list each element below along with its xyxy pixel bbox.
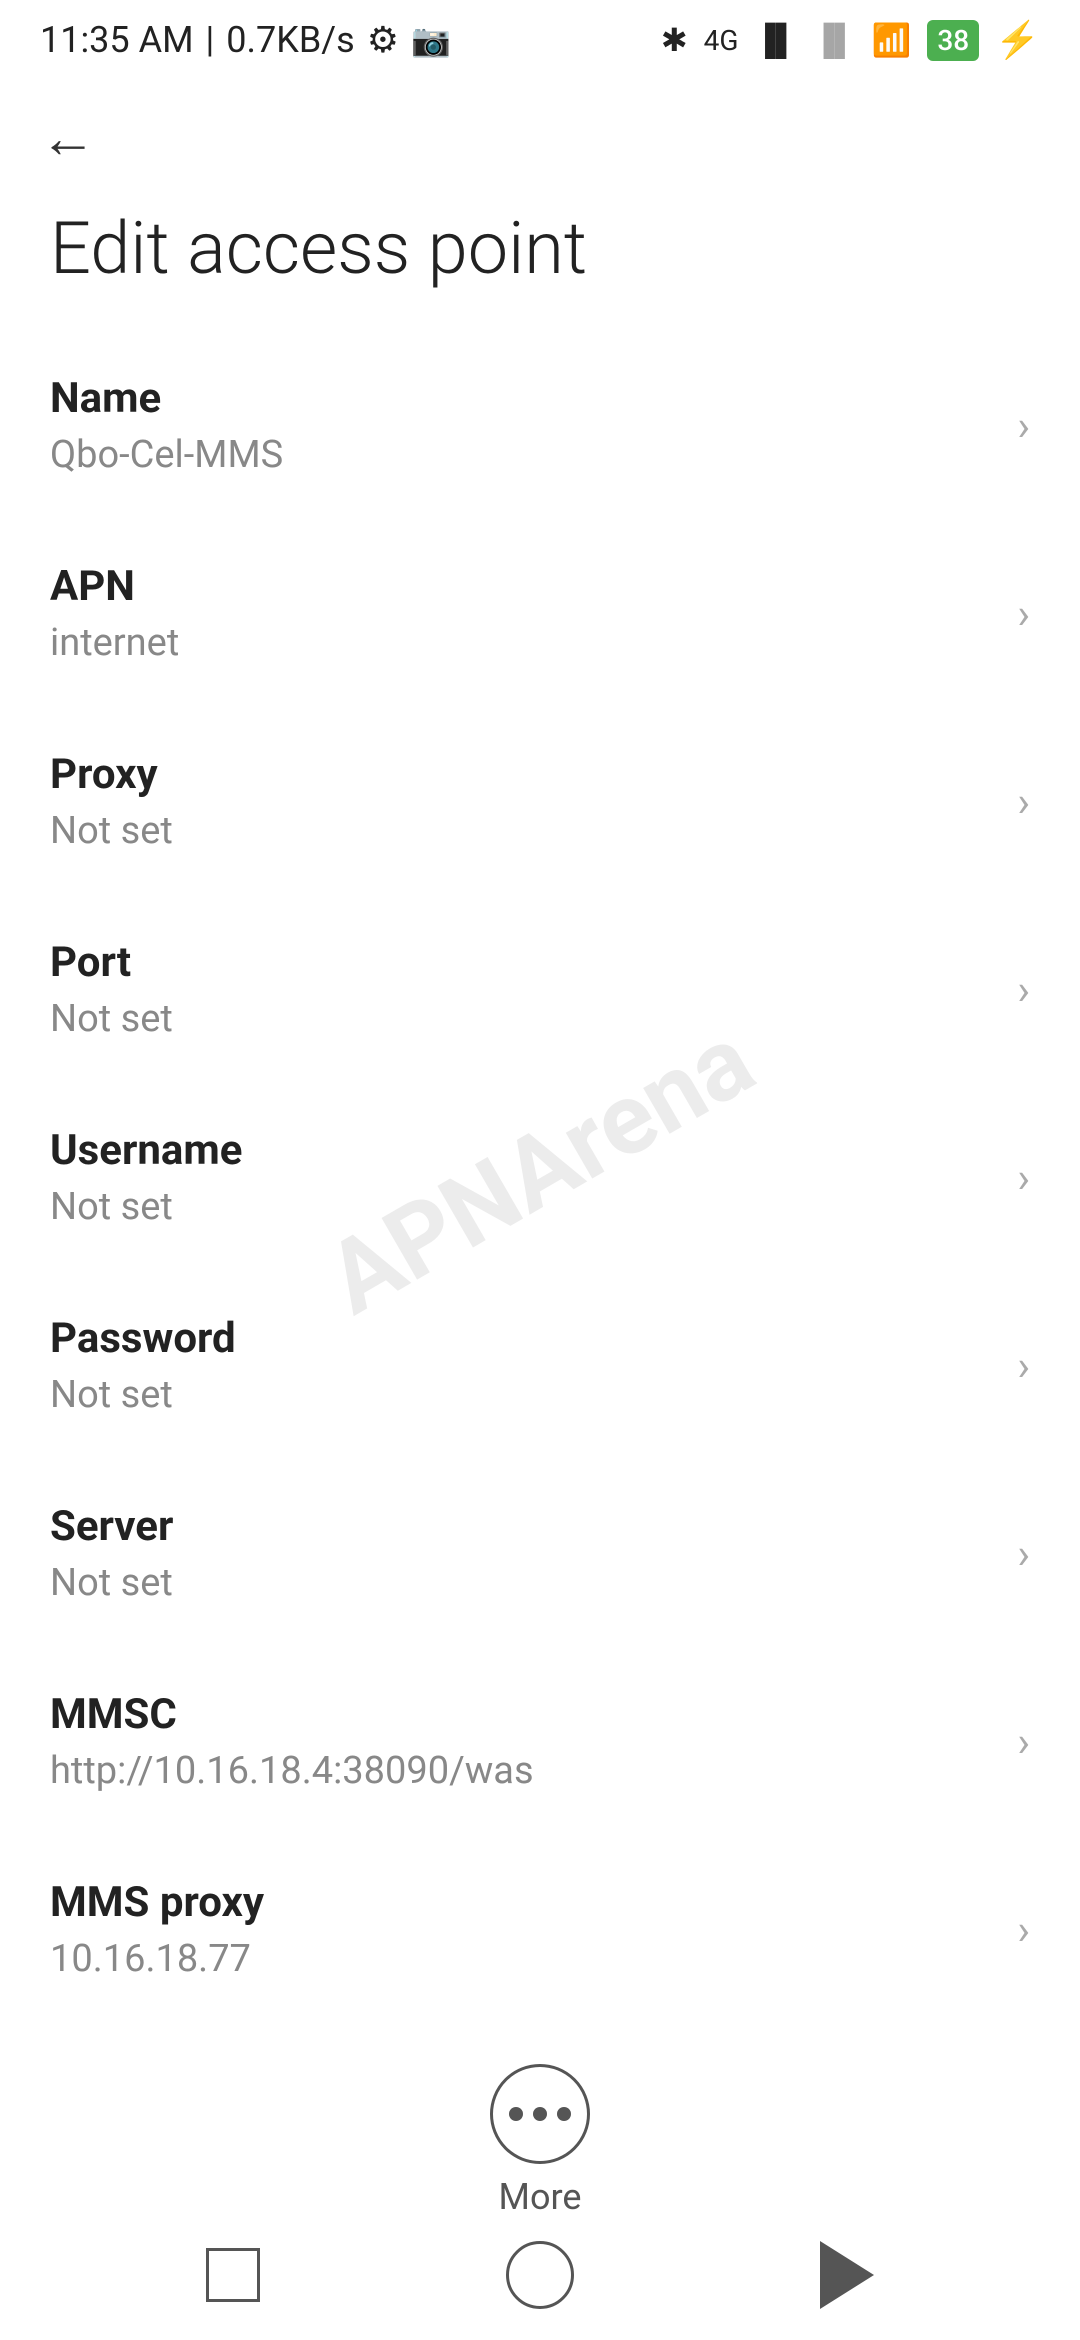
network-speed: 0.7KB/s <box>226 19 354 61</box>
setting-item-port[interactable]: Port Not set › <box>0 896 1080 1084</box>
time: 11:35 AM <box>40 19 194 61</box>
setting-value-password: Not set <box>50 1371 997 1420</box>
setting-value-name: Qbo-Cel-MMS <box>50 431 997 480</box>
setting-value-port: Not set <box>50 995 997 1044</box>
setting-label-username: Username <box>50 1124 997 1179</box>
chevron-icon-server: › <box>1017 1530 1030 1579</box>
setting-item-mms-proxy[interactable]: MMS proxy 10.16.18.77 › <box>0 1836 1080 2024</box>
setting-label-mms-proxy: MMS proxy <box>50 1876 997 1931</box>
setting-item-proxy[interactable]: Proxy Not set › <box>0 708 1080 896</box>
charging-icon: ⚡ <box>995 19 1040 61</box>
chevron-icon-password: › <box>1017 1342 1030 1391</box>
nav-recent-icon <box>206 2248 260 2302</box>
battery-level: 38 <box>937 24 969 57</box>
setting-content-proxy: Proxy Not set <box>50 748 997 856</box>
setting-label-port: Port <box>50 936 997 991</box>
back-button[interactable]: ← <box>40 110 1040 166</box>
setting-content-mms-proxy: MMS proxy 10.16.18.77 <box>50 1876 997 1984</box>
setting-item-password[interactable]: Password Not set › <box>0 1272 1080 1460</box>
separator: | <box>206 19 215 61</box>
setting-value-proxy: Not set <box>50 807 997 856</box>
setting-content-username: Username Not set <box>50 1124 997 1232</box>
setting-label-mmsc: MMSC <box>50 1688 997 1743</box>
nav-back-icon <box>820 2241 874 2309</box>
setting-label-proxy: Proxy <box>50 748 997 803</box>
nav-home-icon <box>506 2241 574 2309</box>
setting-value-username: Not set <box>50 1183 997 1232</box>
status-bar: 11:35 AM | 0.7KB/s ⚙ 📷 ✱ 4G ▐▌ ▐▌ 📶 38 ⚡ <box>0 0 1080 80</box>
chevron-icon-proxy: › <box>1017 778 1030 827</box>
more-dots <box>509 2107 571 2121</box>
more-button[interactable] <box>490 2064 590 2164</box>
dot2 <box>533 2107 547 2121</box>
settings-list: Name Qbo-Cel-MMS › APN internet › Proxy … <box>0 332 1080 2024</box>
setting-value-mms-proxy: 10.16.18.77 <box>50 1935 997 1984</box>
setting-value-mmsc: http://10.16.18.4:38090/was <box>50 1747 997 1796</box>
setting-content-password: Password Not set <box>50 1312 997 1420</box>
chevron-icon-name: › <box>1017 402 1030 451</box>
signal-4g-icon: 4G <box>704 24 739 57</box>
setting-item-name[interactable]: Name Qbo-Cel-MMS › <box>0 332 1080 520</box>
setting-label-password: Password <box>50 1312 997 1367</box>
setting-item-server[interactable]: Server Not set › <box>0 1460 1080 1648</box>
chevron-icon-mmsc: › <box>1017 1718 1030 1767</box>
setting-item-apn[interactable]: APN internet › <box>0 520 1080 708</box>
nav-recent-button[interactable] <box>183 2225 283 2325</box>
wifi-icon: 📶 <box>872 21 912 59</box>
status-left: 11:35 AM | 0.7KB/s ⚙ 📷 <box>40 19 451 61</box>
settings-icon: ⚙ <box>367 19 399 61</box>
signal-bars-icon: ▐▌ <box>754 23 797 58</box>
status-right: ✱ 4G ▐▌ ▐▌ 📶 38 ⚡ <box>661 19 1040 61</box>
setting-label-server: Server <box>50 1500 997 1555</box>
back-arrow-icon: ← <box>40 105 96 171</box>
camera-icon: 📷 <box>411 21 451 59</box>
nav-home-button[interactable] <box>490 2225 590 2325</box>
chevron-icon-username: › <box>1017 1154 1030 1203</box>
setting-content-port: Port Not set <box>50 936 997 1044</box>
dot1 <box>509 2107 523 2121</box>
setting-content-server: Server Not set <box>50 1500 997 1608</box>
dot3 <box>557 2107 571 2121</box>
bluetooth-icon: ✱ <box>661 21 688 59</box>
setting-item-username[interactable]: Username Not set › <box>0 1084 1080 1272</box>
battery-indicator: 38 <box>927 20 979 61</box>
setting-label-apn: APN <box>50 560 997 615</box>
page-title: Edit access point <box>0 186 1080 332</box>
nav-bar <box>0 2210 1080 2340</box>
setting-content-name: Name Qbo-Cel-MMS <box>50 372 997 480</box>
chevron-icon-mms-proxy: › <box>1017 1906 1030 1955</box>
setting-label-name: Name <box>50 372 997 427</box>
chevron-icon-port: › <box>1017 966 1030 1015</box>
setting-content-mmsc: MMSC http://10.16.18.4:38090/was <box>50 1688 997 1796</box>
setting-value-apn: internet <box>50 619 997 668</box>
setting-value-server: Not set <box>50 1559 997 1608</box>
chevron-icon-apn: › <box>1017 590 1030 639</box>
signal-bars2-icon: ▐▌ <box>813 23 856 58</box>
nav-back-button[interactable] <box>797 2225 897 2325</box>
setting-item-mmsc[interactable]: MMSC http://10.16.18.4:38090/was › <box>0 1648 1080 1836</box>
setting-content-apn: APN internet <box>50 560 997 668</box>
